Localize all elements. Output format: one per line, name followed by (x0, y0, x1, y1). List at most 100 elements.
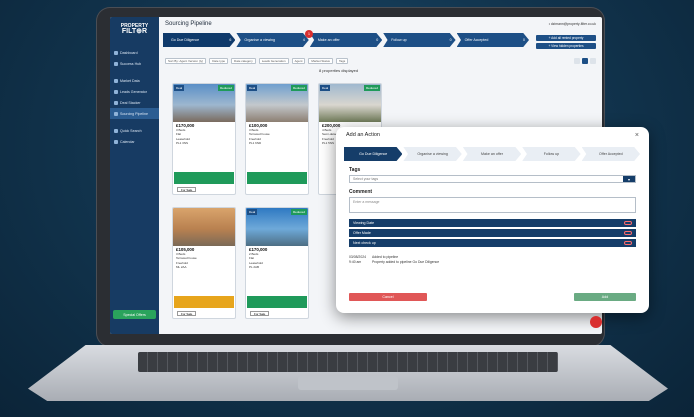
modal-stage-make-offer[interactable]: Make an offer (462, 147, 522, 161)
pipeline-side-buttons: + Add all rented property + View hidden … (536, 35, 596, 51)
modal-header: Add an Action × (336, 127, 649, 143)
sidebar-item-sourcing-pipeline[interactable]: Sourcing Pipeline (110, 108, 159, 119)
add-rented-property-button[interactable]: + Add all rented property (536, 35, 596, 41)
stage-organise-viewing[interactable]: Organise a viewing 4 (236, 33, 309, 47)
property-card[interactable]: Deal Reduced £170,000 3 Beds Flat Leaseh… (172, 83, 236, 195)
list-view-icon[interactable] (574, 58, 580, 64)
toggle-icon[interactable] (624, 221, 632, 225)
filter-date-type[interactable]: Date type (209, 58, 229, 64)
modal-stage-label: Make an offer (481, 152, 503, 156)
action-history: 03/08/2024 9:40 am Added to pipeline Pro… (349, 255, 636, 264)
property-photo (173, 208, 235, 246)
modal-stage-selector: Go Due Diligence Organise a viewing Make… (344, 147, 641, 161)
chevron-down-icon[interactable]: ▾ (623, 176, 635, 182)
cancel-button[interactable]: Cancel (349, 293, 427, 301)
add-button[interactable]: Add (574, 293, 636, 301)
sidebar-item-label: Leads Generator (120, 89, 147, 94)
filter-date-category[interactable]: Date category (231, 58, 256, 64)
modal-stage-due-diligence[interactable]: Go Due Diligence (344, 147, 403, 161)
next-check-up-section[interactable]: Next check up (349, 239, 636, 247)
section-label: Next check up (353, 241, 376, 245)
close-icon[interactable]: × (635, 132, 639, 139)
property-card[interactable]: £105,000 3 Beds Terraced house Freehold … (172, 207, 236, 319)
card-status: For Sale (177, 311, 197, 316)
map-view-icon[interactable] (590, 58, 596, 64)
comment-label: Comment (349, 189, 373, 195)
leads-icon (114, 89, 118, 94)
modal-stage-offer-accepted[interactable]: Offer Accepted (581, 147, 641, 161)
deal-tag: Deal (247, 85, 258, 91)
stage-count: 0 (376, 38, 379, 42)
modal-stage-follow-up[interactable]: Follow up (522, 147, 581, 161)
sidebar-item-calendar[interactable]: Calendar (110, 136, 159, 147)
filter-tags[interactable]: Tags (335, 58, 349, 64)
sidebar-item-success-hub[interactable]: Success Hub (110, 58, 159, 69)
sidebar-item-market-data[interactable]: Market Data (110, 75, 159, 86)
reduced-tag: Reduced (217, 85, 234, 91)
toggle-icon[interactable] (624, 231, 632, 235)
modal-stage-label: Follow up (543, 152, 560, 156)
sort-select[interactable]: Sort By: Agent Version (ty) (165, 58, 207, 64)
sidebar: PROPERTY FILT⊕R Dashboard Success Hub Ma… (110, 17, 159, 334)
stage-due-diligence[interactable]: Go Due Diligence 6 (163, 33, 236, 47)
sidebar-item-deal-stacker[interactable]: Deal Stacker (110, 97, 159, 108)
sidebar-item-label: Quick Search (120, 128, 142, 133)
filter-bar: Sort By: Agent Version (ty) Date type Da… (165, 57, 596, 65)
reduced-tag: Reduced (290, 85, 307, 91)
sidebar-item-leads-generator[interactable]: Leads Generator (110, 86, 159, 97)
grid-view-icon[interactable] (582, 58, 588, 64)
add-action-modal: Add an Action × Go Due Diligence Organis… (336, 127, 649, 313)
offer-made-section[interactable]: Offer Made (349, 229, 636, 237)
history-date: 03/08/2024 (349, 255, 366, 259)
notification-badge: 1 (305, 30, 313, 38)
dashboard-icon (114, 50, 118, 55)
modal-title: Add an Action (346, 132, 380, 138)
card-status: For Sale (177, 187, 197, 192)
modal-stage-label: Organise a viewing (417, 152, 448, 156)
card-stats (247, 172, 307, 184)
chat-fab-button[interactable] (590, 316, 602, 328)
deal-tag: Deal (320, 85, 331, 91)
property-photo: Deal Reduced (173, 84, 235, 122)
sidebar-item-label: Calendar (120, 139, 135, 144)
comment-field[interactable]: Enter a message (349, 197, 636, 213)
card-stats (247, 296, 307, 308)
stage-count: 4 (302, 38, 305, 42)
stage-make-offer[interactable]: Make an offer 0 (309, 33, 383, 47)
sidebar-item-dashboard[interactable]: Dashboard (110, 47, 159, 58)
search-icon (114, 128, 118, 133)
filter-leads-generation[interactable]: Leads Generation (258, 58, 289, 64)
reduced-tag: Reduced (290, 209, 307, 215)
user-email[interactable]: • dzimann@property-filter.co.uk (549, 22, 596, 26)
viewing-date-section[interactable]: Viewing Date (349, 219, 636, 227)
section-label: Offer Made (353, 231, 371, 235)
stage-count: 0 (449, 38, 452, 42)
modal-stage-organise-viewing[interactable]: Organise a viewing (403, 147, 462, 161)
sidebar-item-quick-search[interactable]: Quick Search (110, 125, 159, 136)
card-stats (174, 296, 234, 308)
filter-agent[interactable]: Agent (291, 58, 306, 64)
stage-follow-up[interactable]: Follow up 0 (383, 33, 456, 47)
history-time: 9:40 am (349, 259, 362, 264)
view-hidden-properties-button[interactable]: + View hidden properties (536, 43, 596, 49)
reduced-tag: Reduced (363, 85, 380, 91)
chart-icon (114, 78, 118, 83)
stage-offer-accepted[interactable]: Offer Accepted 0 (456, 33, 530, 47)
property-card[interactable]: Deal Reduced £170,000 2 Beds Flat Leaseh… (245, 207, 309, 319)
tags-select[interactable]: Select your tags ▾ (349, 175, 636, 183)
card-stats (174, 172, 234, 184)
sidebar-item-label: Market Data (120, 78, 140, 83)
sidebar-item-label: Sourcing Pipeline (120, 111, 148, 116)
filter-market-status[interactable]: Market Status (308, 58, 333, 64)
property-count: 8 properties displayed (319, 68, 359, 73)
card-postcode: ML 2AA (176, 264, 187, 269)
property-photo: Deal Reduced (246, 208, 308, 246)
property-card[interactable]: Deal Reduced £100,000 3 Beds Terraced ho… (245, 83, 309, 195)
property-photo: Deal Reduced (319, 84, 381, 122)
card-status: For Sale (250, 311, 270, 316)
stage-label: Make an offer (317, 38, 340, 42)
stack-icon (114, 100, 118, 105)
page-title: Sourcing Pipeline (165, 21, 212, 27)
toggle-icon[interactable] (624, 241, 632, 245)
special-offers-button[interactable]: Special Offers (113, 310, 156, 319)
